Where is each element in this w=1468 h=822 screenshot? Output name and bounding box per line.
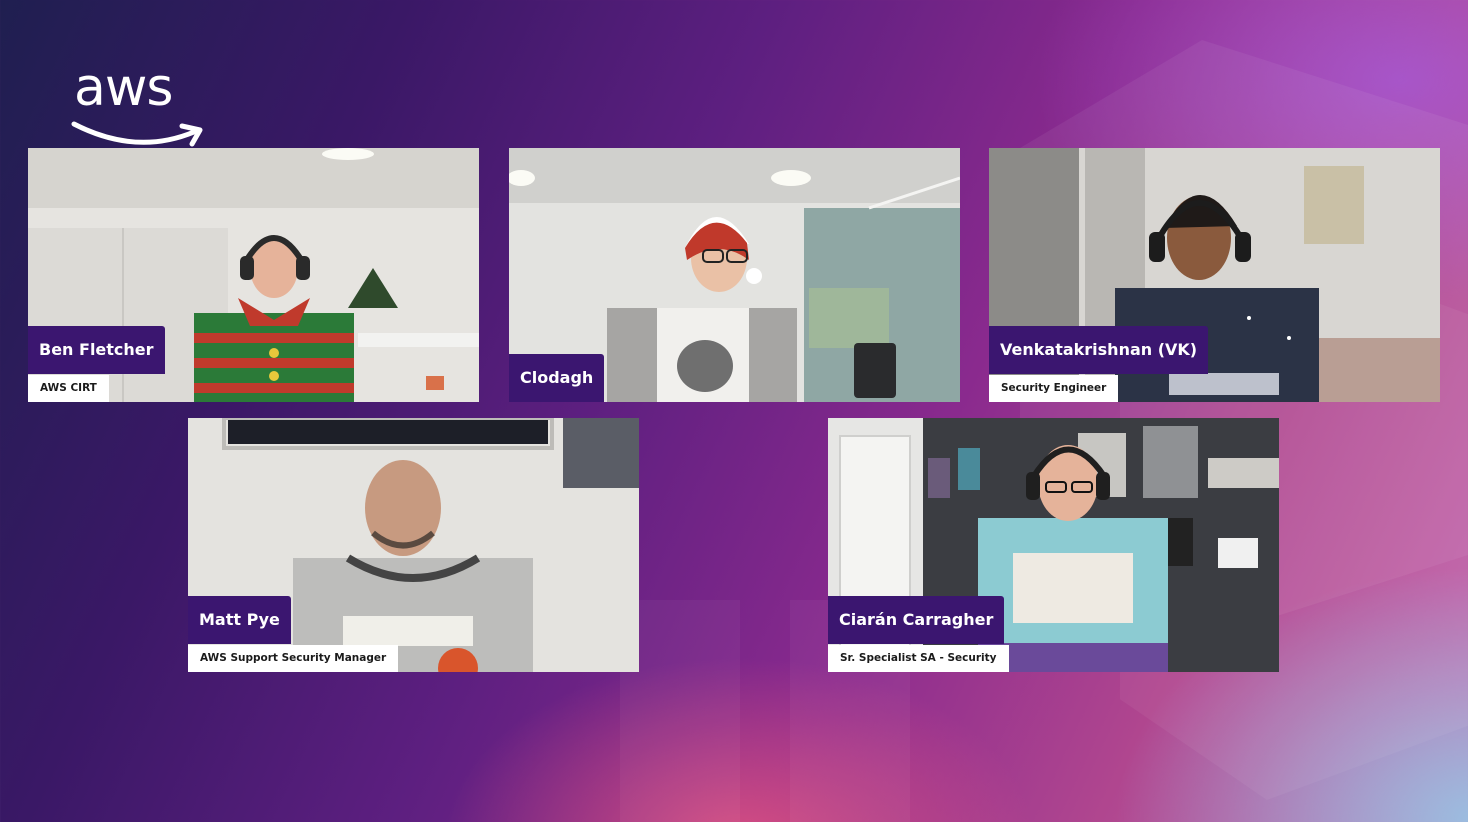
participant-title-label: Sr. Specialist SA - Security bbox=[828, 645, 1009, 672]
video-tile-matt-pye[interactable]: Matt Pye AWS Support Security Manager bbox=[188, 418, 639, 672]
participant-title-label: AWS Support Security Manager bbox=[188, 645, 399, 672]
video-tile-ben-fletcher[interactable]: Ben Fletcher AWS CIRT bbox=[28, 148, 479, 402]
aws-smile-arrow-icon bbox=[71, 121, 203, 147]
video-tile-venkatakrishnan[interactable]: Venkatakrishnan (VK) Security Engineer bbox=[989, 148, 1440, 402]
participant-name-label: Ciarán Carragher bbox=[828, 596, 1005, 644]
aws-logo: aws bbox=[70, 62, 210, 152]
aws-logo-text: aws bbox=[74, 58, 173, 118]
video-tile-ciaran-carragher[interactable]: Ciarán Carragher Sr. Specialist SA - Sec… bbox=[828, 418, 1279, 672]
participant-name-label: Venkatakrishnan (VK) bbox=[989, 326, 1209, 374]
video-tile-clodagh[interactable]: Clodagh bbox=[509, 148, 960, 402]
participant-name-label: Matt Pye bbox=[188, 596, 291, 644]
participant-name-label: Clodagh bbox=[509, 354, 605, 402]
participant-title-label: Security Engineer bbox=[989, 375, 1119, 402]
participant-name-label: Ben Fletcher bbox=[28, 326, 165, 374]
participant-title-label: AWS CIRT bbox=[28, 375, 109, 402]
